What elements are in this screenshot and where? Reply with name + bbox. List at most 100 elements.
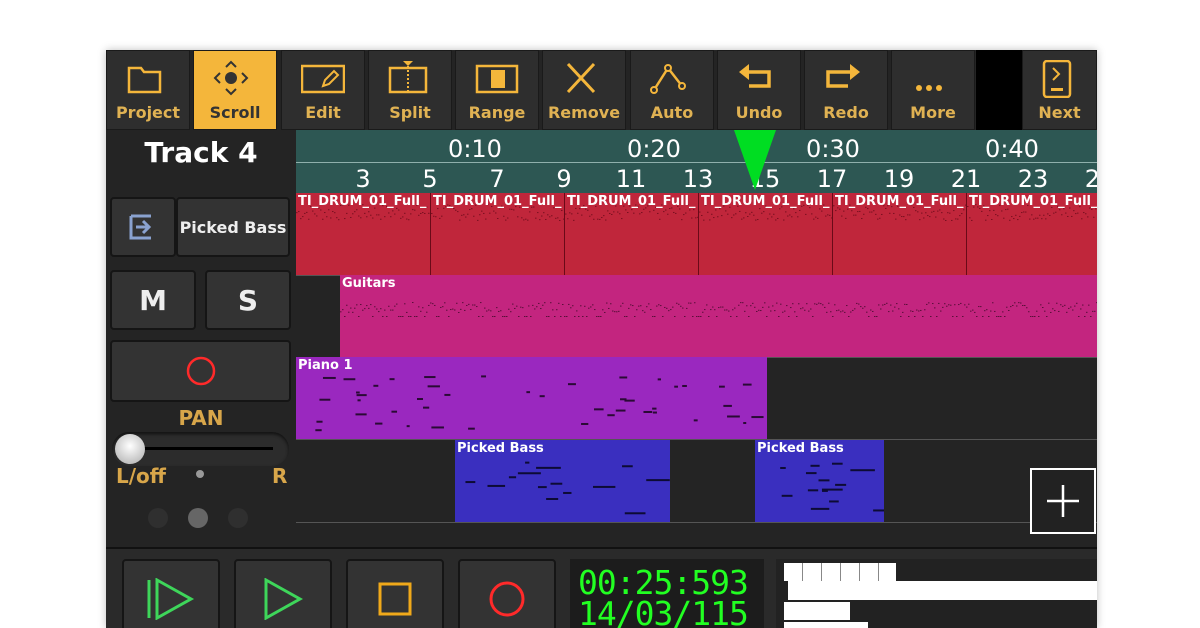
track-lane[interactable]: Guitars bbox=[296, 275, 1097, 358]
clip[interactable]: TI_DRUM_01_Full_ bbox=[564, 193, 699, 275]
clip[interactable]: TI_DRUM_01_Full_ bbox=[966, 193, 1097, 275]
stop-icon bbox=[378, 582, 412, 616]
clip[interactable]: Picked Bass bbox=[755, 440, 884, 522]
clip[interactable]: TI_DRUM_01_Full_ bbox=[698, 193, 833, 275]
range-icon bbox=[456, 61, 538, 97]
toolbar-label: More bbox=[910, 103, 956, 122]
toolbar-label: Scroll bbox=[209, 103, 261, 122]
stop-button[interactable] bbox=[346, 559, 444, 628]
track-lane[interactable]: Piano 1 bbox=[296, 357, 1097, 440]
bar-marker: 21 bbox=[950, 165, 982, 193]
bar-marker: 17 bbox=[816, 165, 848, 193]
bar-marker: 3 bbox=[355, 165, 371, 193]
instrument-label: Picked Bass bbox=[179, 217, 287, 237]
bar-marker: 9 bbox=[556, 165, 572, 193]
pan-slider[interactable] bbox=[112, 432, 289, 466]
time-marker: 0:30 bbox=[806, 135, 860, 163]
scroll-move-icon bbox=[194, 60, 276, 97]
solo-button[interactable]: S bbox=[205, 270, 291, 330]
clip[interactable]: TI_DRUM_01_Full_ bbox=[430, 193, 565, 275]
toolbar-label: Range bbox=[468, 103, 526, 122]
track-input-button[interactable] bbox=[110, 197, 176, 257]
clip[interactable]: Picked Bass bbox=[455, 440, 670, 522]
clip-name: Piano 1 bbox=[298, 358, 353, 373]
mute-button[interactable]: M bbox=[110, 270, 196, 330]
clip-name: TI_DRUM_01_Full_ bbox=[835, 194, 964, 209]
page-indicator bbox=[148, 508, 248, 528]
clip-name: TI_DRUM_01_Full_ bbox=[298, 194, 427, 209]
waveform bbox=[315, 375, 764, 432]
bar-readout: 14/03/115 bbox=[578, 594, 749, 628]
automation-icon bbox=[631, 61, 713, 97]
toolbar-label: Edit bbox=[305, 103, 341, 122]
track-lane[interactable]: Picked Bass Picked Bass bbox=[296, 440, 1097, 523]
play-from-start-button[interactable] bbox=[122, 559, 220, 628]
folder-icon bbox=[107, 61, 189, 97]
bar-marker: 23 bbox=[1017, 165, 1049, 193]
next-icon bbox=[1023, 60, 1096, 98]
toolbar-label: Undo bbox=[735, 103, 783, 122]
time-marker: 0:10 bbox=[448, 135, 502, 163]
toolbar-range-button[interactable]: Range bbox=[455, 50, 539, 130]
toolbar-label: Split bbox=[389, 103, 431, 122]
clip[interactable]: Guitars bbox=[340, 275, 1097, 357]
toolbar-label: Project bbox=[115, 103, 181, 122]
pan-center-dot bbox=[196, 470, 204, 478]
pan-knob[interactable] bbox=[115, 434, 145, 464]
bar-marker: 7 bbox=[489, 165, 505, 193]
mini-overview[interactable] bbox=[776, 559, 1097, 628]
split-icon bbox=[369, 61, 451, 97]
bar-marker: 13 bbox=[682, 165, 714, 193]
track-title: Track 4 bbox=[144, 136, 258, 169]
solo-label: S bbox=[237, 283, 259, 317]
pencil-edit-icon bbox=[282, 61, 364, 97]
waveform bbox=[340, 302, 1097, 317]
toolbar-scroll-button[interactable]: Scroll bbox=[193, 50, 277, 130]
play-from-start-icon bbox=[147, 578, 195, 620]
arm-record-button[interactable] bbox=[110, 340, 291, 402]
toolbar-undo-button[interactable]: Undo bbox=[717, 50, 801, 130]
toolbar-next-button[interactable]: Next bbox=[1022, 50, 1097, 130]
bar-marker: 11 bbox=[615, 165, 647, 193]
pan-right-label: R bbox=[272, 464, 288, 488]
toolbar-project-button[interactable]: Project bbox=[106, 50, 190, 130]
play-button[interactable] bbox=[234, 559, 332, 628]
toolbar-split-button[interactable]: Split bbox=[368, 50, 452, 130]
toolbar-spacer bbox=[976, 50, 1022, 130]
toolbar-edit-button[interactable]: Edit bbox=[281, 50, 365, 130]
track-lane[interactable]: TI_DRUM_01_Full_ TI_DRUM_01_Full_ TI_DRUM_… bbox=[296, 193, 1097, 276]
timeline-ruler[interactable]: 0:100:200:300:4035791113151719212325 bbox=[296, 130, 1097, 193]
clip-name: Guitars bbox=[342, 276, 396, 291]
clip[interactable]: TI_DRUM_01_Full_ bbox=[296, 193, 430, 275]
time-marker: 0:20 bbox=[627, 135, 681, 163]
clip[interactable]: TI_DRUM_01_Full_ bbox=[832, 193, 967, 275]
playhead[interactable] bbox=[734, 130, 776, 190]
pan-label: PAN bbox=[178, 406, 224, 430]
toolbar-label: Redo bbox=[823, 103, 869, 122]
add-track-button[interactable] bbox=[1030, 468, 1096, 534]
toolbar-label: Next bbox=[1038, 103, 1081, 122]
redo-icon bbox=[805, 61, 887, 97]
toolbar-redo-button[interactable]: Redo bbox=[804, 50, 888, 130]
close-icon bbox=[543, 61, 625, 97]
pan-left-label: L/off bbox=[116, 464, 166, 488]
more-icon bbox=[892, 61, 974, 97]
transport-bar: 00:25:593 14/03/115 bbox=[106, 547, 1097, 628]
record-button[interactable] bbox=[458, 559, 556, 628]
daw-window: Project Scroll Edit Split Range Remove Auto Und… bbox=[106, 50, 1097, 628]
clip[interactable]: Piano 1 bbox=[296, 357, 767, 439]
clip-name: Picked Bass bbox=[757, 441, 844, 456]
undo-icon bbox=[718, 61, 800, 97]
instrument-button[interactable]: Picked Bass bbox=[176, 197, 290, 257]
record-icon bbox=[489, 581, 525, 617]
toolbar-label: Auto bbox=[650, 103, 694, 122]
toolbar-remove-button[interactable]: Remove bbox=[542, 50, 626, 130]
clip-name: TI_DRUM_01_Full_ bbox=[969, 194, 1097, 209]
plus-icon bbox=[1047, 485, 1079, 517]
input-arrow-icon bbox=[129, 214, 152, 240]
toolbar-more-button[interactable]: More bbox=[891, 50, 975, 130]
play-icon bbox=[264, 578, 303, 620]
time-marker: 0:40 bbox=[985, 135, 1039, 163]
toolbar-auto-button[interactable]: Auto bbox=[630, 50, 714, 130]
clip-name: TI_DRUM_01_Full_ bbox=[701, 194, 830, 209]
